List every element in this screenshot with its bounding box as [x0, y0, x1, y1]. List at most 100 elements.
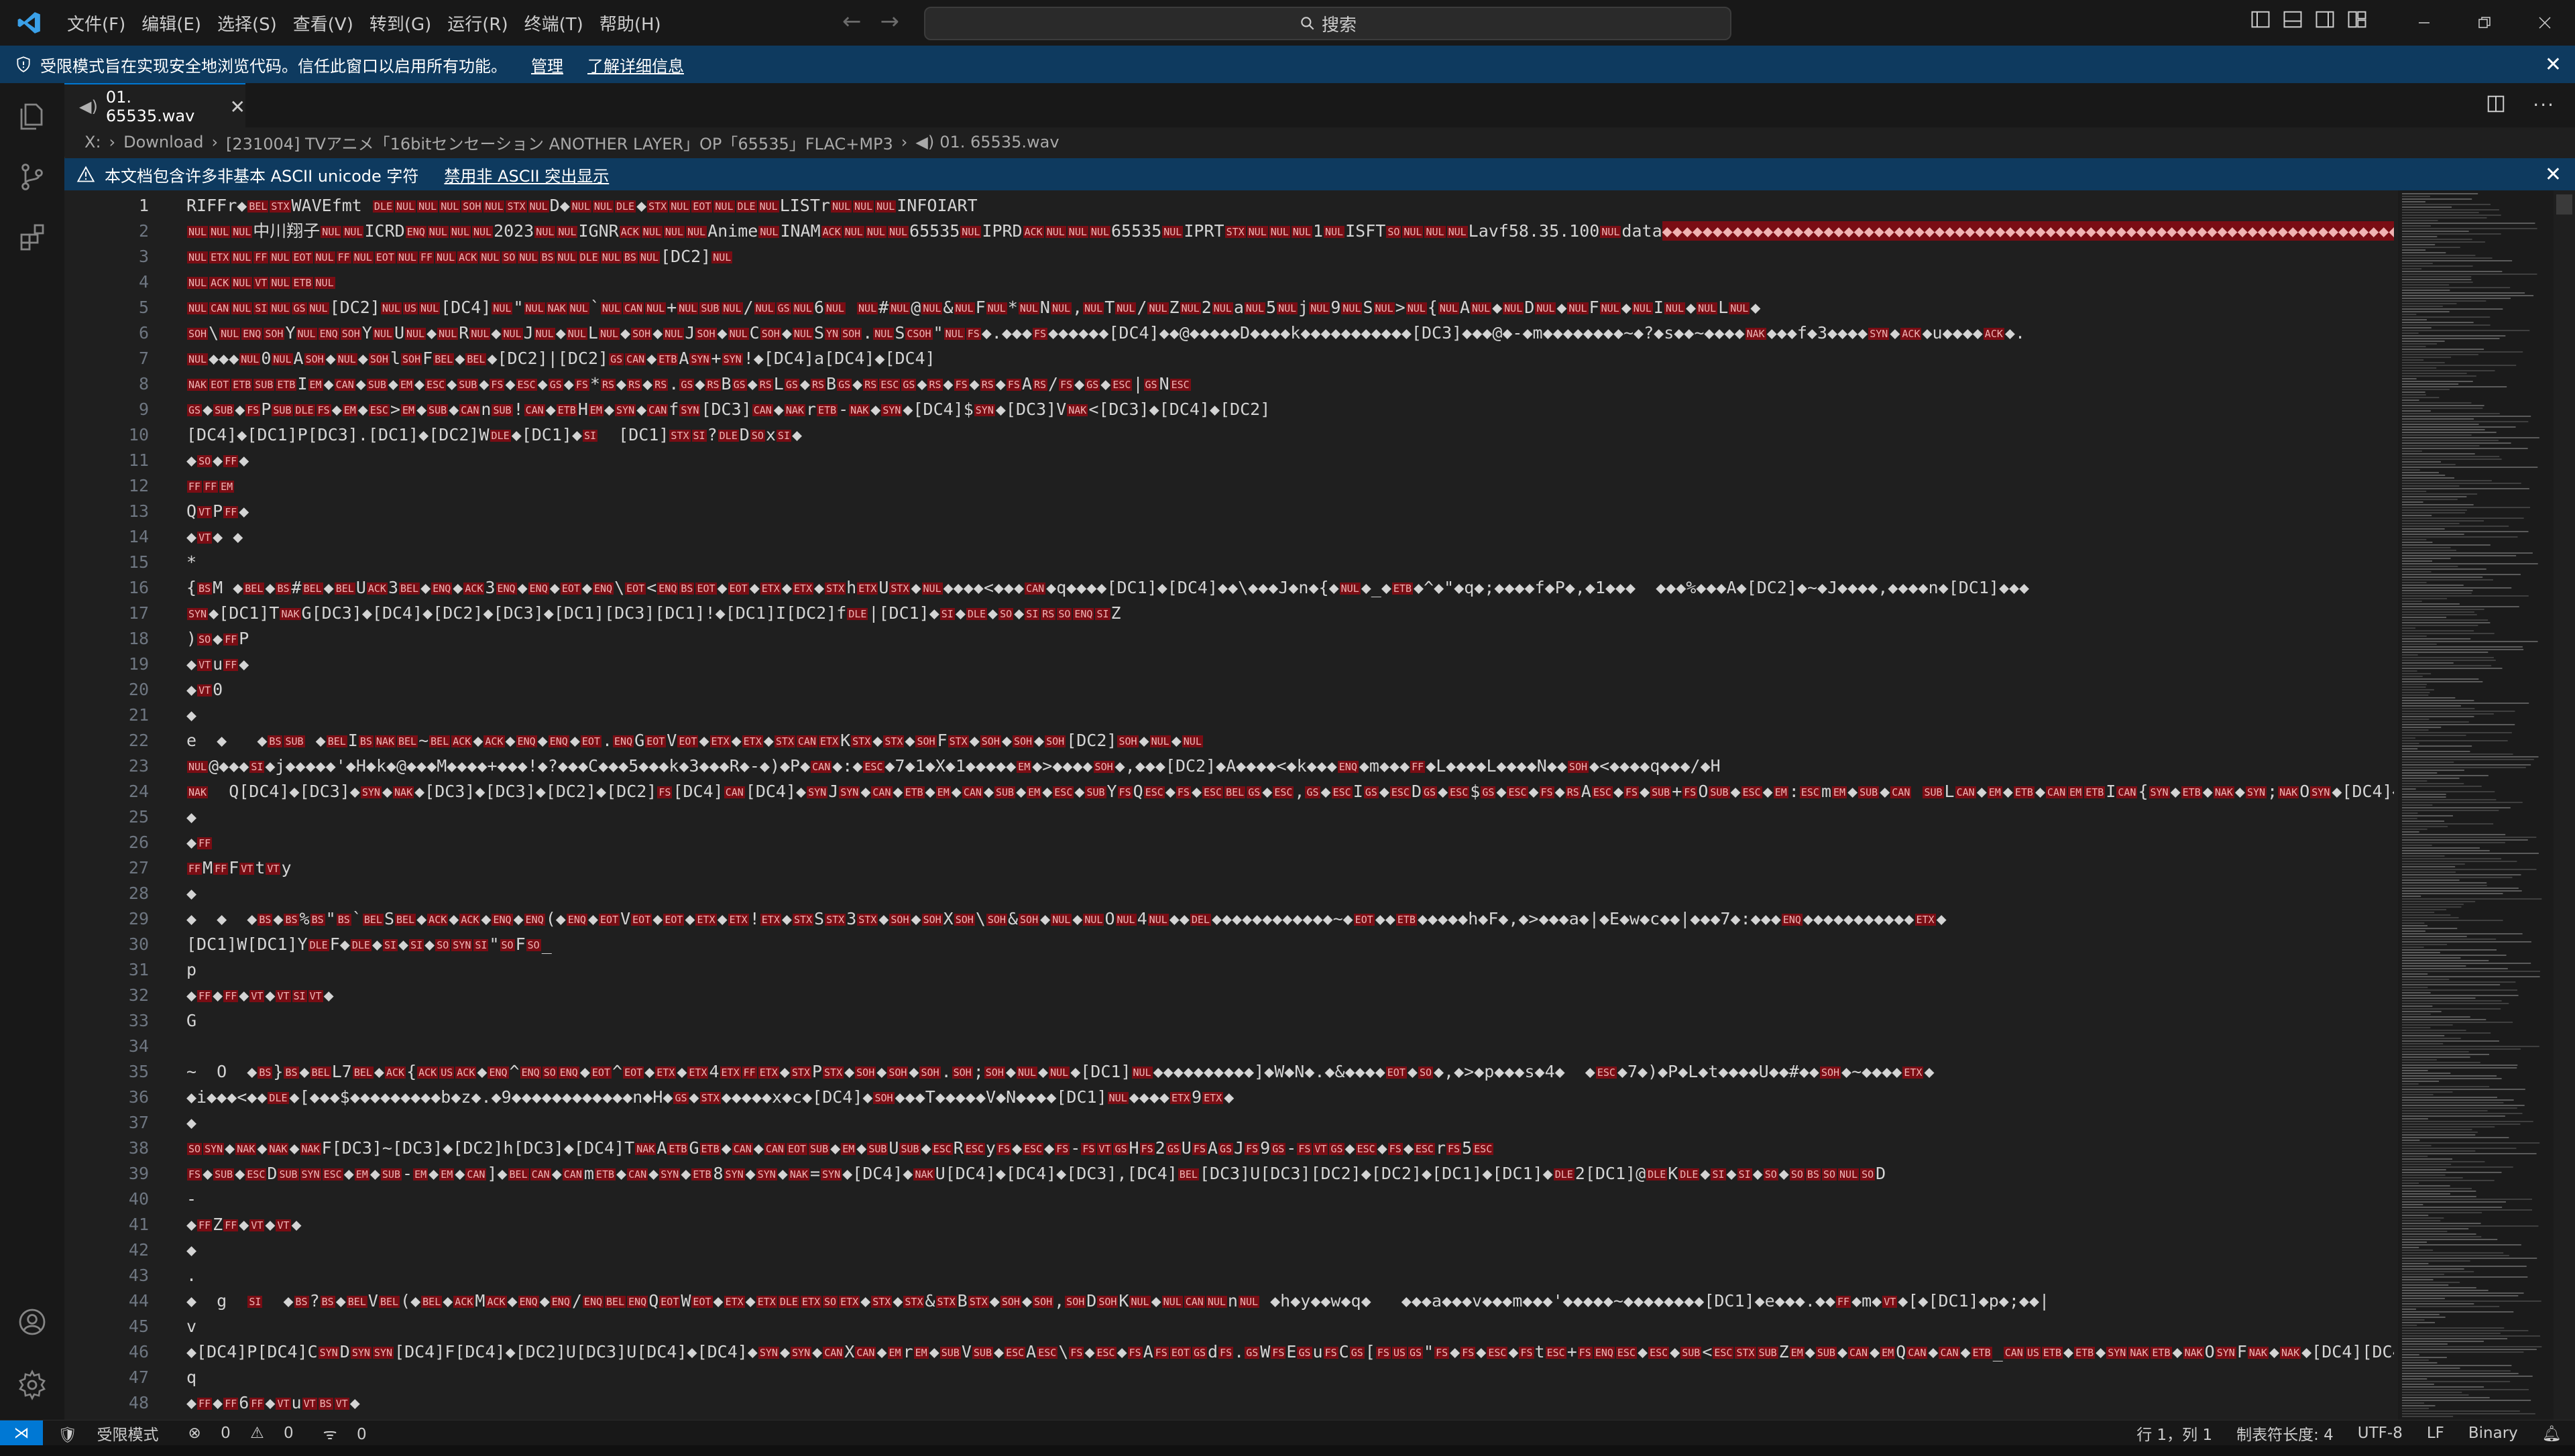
- toggle-secondary-sidebar-icon[interactable]: [2315, 9, 2335, 29]
- code-line[interactable]: ◆: [186, 703, 2394, 728]
- cursor-position[interactable]: 行 1，列 1: [2136, 1422, 2212, 1445]
- code-line[interactable]: ◆ g SI ◆ BS? BS ◆ BEL V BEL (◆ BEL ◆ ACK M ACK ◆ ENQ ◆ E…: [186, 1288, 2394, 1314]
- accounts-icon[interactable]: [12, 1302, 52, 1342]
- code-line[interactable]: ◆ SO ◆ FF ◆: [186, 448, 2394, 473]
- code-line[interactable]: SYN ◆[DC1]T NAK G[DC3]◆[DC4]◆[DC2]◆[DC3]◆[D…: [186, 601, 2394, 626]
- customize-layout-icon[interactable]: [2347, 9, 2367, 29]
- ports-status[interactable]: ᯤ 0: [308, 1422, 367, 1444]
- code-line[interactable]: .: [186, 1263, 2394, 1288]
- banner-close-icon[interactable]: ✕: [2545, 53, 2562, 76]
- menu-item[interactable]: 选择(S): [209, 11, 285, 36]
- code-line[interactable]: FS ◆ SUB ◆ ESC D SUB SYN ESC ◆ EM ◆ SUB - EM ◆ EM ◆ CAN]◆ B…: [186, 1161, 2394, 1187]
- breadcrumb-drive[interactable]: X:: [84, 133, 101, 151]
- menu-item[interactable]: 运行(R): [439, 11, 516, 36]
- source-control-icon[interactable]: [12, 157, 52, 197]
- command-center-search[interactable]: 搜索: [924, 7, 1731, 40]
- tab-size[interactable]: 制表符长度: 4: [2236, 1422, 2334, 1445]
- notice-close-icon[interactable]: ✕: [2545, 163, 2562, 186]
- editor-area[interactable]: 1 2 3 4 5 6 7 8 9 10 11 12 13 14 15 16 17 18 19 20 21 22 23 24 2…: [64, 190, 2398, 1420]
- menu-item[interactable]: 文件(F): [59, 11, 133, 36]
- disable-highlight-link[interactable]: 禁用非 ASCII 突出显示: [444, 163, 609, 186]
- code-line[interactable]: ◆ FF ◆ FF ◆ VT ◆ VT SI VT ◆: [186, 983, 2394, 1008]
- minimize-button[interactable]: [2394, 0, 2454, 46]
- code-line[interactable]: FF M FF F VT t VT y: [186, 855, 2394, 881]
- code-line[interactable]: *: [186, 550, 2394, 575]
- code-line[interactable]: ~ O ◆ BS} BS ◆ BEL L7 BEL ◆ ACK{ACK US ACK ◆ ENQ ^ ENQ…: [186, 1059, 2394, 1085]
- close-window-button[interactable]: [2515, 0, 2575, 46]
- code-line[interactable]: [DC1]W[DC1]Y DLE F◆ DLE ◆ SI ◆ SI ◆ SO SYN SI " SO F SO…: [186, 932, 2394, 957]
- toggle-primary-sidebar-icon[interactable]: [2250, 9, 2271, 29]
- code-line[interactable]: NAK EOT ETB SUB ETB I EM ◆ CAN ◆ SUB ◆ EM ◆ ESC ◆ SUB ◆ FS…: [186, 371, 2394, 397]
- menu-item[interactable]: 帮助(H): [591, 11, 669, 36]
- code-line[interactable]: SO SYN ◆ NAK ◆ NAK ◆ NAK F[DC3]~[DC3]◆[DC2]h[DC3…: [186, 1136, 2394, 1161]
- tab-close-icon[interactable]: ✕: [230, 96, 245, 118]
- scrollbar-thumb[interactable]: [2556, 194, 2572, 215]
- explorer-icon[interactable]: [12, 97, 52, 137]
- code-line[interactable]: NUL NUL NUL 中川翔子 NUL NUL ICRD ENQ NUL NUL NUL 2023 N…: [186, 219, 2394, 244]
- code-line[interactable]: ◆ VT u FF ◆: [186, 652, 2394, 677]
- code-line[interactable]: NUL ◆◆◆ NUL 0 NUL A SOH ◆ NUL ◆ SOH l SOH F BEL ◆ BEL ◆[D…: [186, 346, 2394, 371]
- code-line[interactable]: ◆ VT 0: [186, 677, 2394, 703]
- remote-indicator-icon[interactable]: ⋊: [0, 1420, 43, 1446]
- menu-item[interactable]: 终端(T): [516, 11, 591, 36]
- learn-more-link[interactable]: 了解详细信息: [587, 53, 684, 76]
- language-mode[interactable]: Binary: [2468, 1424, 2518, 1442]
- problems-status[interactable]: ⊗ 0 ⚠ 0: [174, 1424, 294, 1442]
- restore-button[interactable]: [2454, 0, 2515, 46]
- code-line[interactable]: ◆ FF Z FF ◆ VT ◆ VT ◆: [186, 1212, 2394, 1237]
- code-line[interactable]: [DC4]◆[DC1]P[DC3].[DC1]◆[DC2]W DLE ◆[DC1]◆…: [186, 422, 2394, 448]
- extensions-icon[interactable]: [12, 217, 52, 257]
- more-actions-icon[interactable]: ···: [2533, 94, 2555, 116]
- code-line[interactable]: p: [186, 957, 2394, 983]
- code-line[interactable]: NUL ACK NUL VT NUL ETB NUL: [186, 269, 2394, 295]
- code-line[interactable]: ◆i◆◆◆<◆◆ DLE ◆[◆◆◆$◆◆◆◆◆◆◆◆◆b◆z◆.◆9◆◆◆◆◆◆◆…: [186, 1085, 2394, 1110]
- breadcrumb-file[interactable]: 01. 65535.wav: [939, 133, 1059, 151]
- code-line[interactable]: -: [186, 1187, 2394, 1212]
- code-line[interactable]: GS ◆ SUB ◆ FS P SUB DLE FS ◆ EM ◆ ESC > EM ◆ SUB ◆ CAN n SUB…: [186, 397, 2394, 422]
- code-line[interactable]: ◆ ◆ ◆ BS ◆ BS% BS " BS ` BEL S BEL ◆ ACK ◆ ACK ◆ ENQ ◆ ENQ…: [186, 906, 2394, 932]
- tab-wav-file[interactable]: ◀) 01. 65535.wav ✕: [64, 83, 245, 129]
- menu-item[interactable]: 查看(V): [285, 11, 361, 36]
- code-line[interactable]: ) SO ◆ FF P: [186, 626, 2394, 652]
- vertical-scrollbar[interactable]: [2554, 190, 2575, 1420]
- breadcrumb-folder[interactable]: Download: [123, 133, 203, 151]
- code-line[interactable]: ◆[DC4]P[DC4]C SYN D SYN SYN [DC4]F[DC4]◆[DC2]…: [186, 1339, 2394, 1365]
- line-number: 17: [128, 603, 149, 623]
- code-line[interactable]: [186, 1034, 2394, 1059]
- code-lines[interactable]: RIFFr◆ BEL STX WAVEfmt DLE NUL NUL NUL SOH NUL ST…: [186, 193, 2394, 1416]
- encoding[interactable]: UTF-8: [2358, 1424, 2403, 1442]
- notifications-bell-icon[interactable]: 🔔︎: [2542, 1424, 2562, 1443]
- restricted-mode-status[interactable]: 🛡︎ 受限模式: [58, 1422, 159, 1445]
- settings-gear-icon[interactable]: [12, 1365, 52, 1405]
- breadcrumb-subfolder[interactable]: [231004] TVアニメ「16bitセンセーション ANOTHER LAYE…: [226, 131, 893, 154]
- code-line[interactable]: FF FF EM: [186, 473, 2394, 499]
- code-line[interactable]: NUL CAN NUL SI NUL GS NUL [DC2] NUL US NUL [DC4] NUL…: [186, 295, 2394, 320]
- menu-item[interactable]: 编辑(E): [133, 11, 209, 36]
- code-line[interactable]: q: [186, 1365, 2394, 1390]
- split-editor-icon[interactable]: [2486, 94, 2506, 114]
- code-line[interactable]: ◆: [186, 1237, 2394, 1263]
- code-line[interactable]: ◆ FF: [186, 830, 2394, 855]
- code-line[interactable]: Q VT P FF ◆: [186, 499, 2394, 524]
- code-line[interactable]: ◆ VT ◆ ◆: [186, 524, 2394, 550]
- back-arrow-icon[interactable]: ←: [842, 8, 862, 35]
- manage-link[interactable]: 管理: [531, 53, 563, 76]
- code-line[interactable]: v: [186, 1314, 2394, 1339]
- code-line[interactable]: NUL ETX NUL FF NUL EOT NUL FF NUL EOT NUL FF NUL ACK N…: [186, 244, 2394, 269]
- code-line[interactable]: {BS M ◆ BEL ◆ BS # BEL ◆ BEL U ACK 3 BEL ◆ ENQ ◆ ACK 3 ENQ…: [186, 575, 2394, 601]
- code-line[interactable]: G: [186, 1008, 2394, 1034]
- toggle-panel-icon[interactable]: [2283, 9, 2303, 29]
- end-of-line[interactable]: LF: [2427, 1424, 2444, 1442]
- code-line[interactable]: ◆ FF ◆ FF 6 FF ◆ VT u VT BS VT ◆: [186, 1390, 2394, 1416]
- forward-arrow-icon[interactable]: →: [880, 8, 900, 35]
- code-line[interactable]: e ◆ ◆ BS SUB ◆ BEL I BS NAK BEL ~ BEL ACK ◆ ACK ◆ ENQ ◆…: [186, 728, 2394, 753]
- code-line[interactable]: RIFFr◆ BEL STX WAVEfmt DLE NUL NUL NUL SOH NUL ST…: [186, 193, 2394, 219]
- code-line[interactable]: ◆: [186, 881, 2394, 906]
- menu-item[interactable]: 转到(G): [361, 11, 439, 36]
- code-line[interactable]: ◆: [186, 1110, 2394, 1136]
- code-line[interactable]: ◆: [186, 804, 2394, 830]
- code-line[interactable]: SOH \ NUL ENQ SOH Y NUL ENQ SOH Y NUL U NUL ◆ NUL R NUL ◆…: [186, 320, 2394, 346]
- code-line[interactable]: NAK Q[DC4]◆[DC3]◆ SYN ◆ NAK ◆[DC3]◆[DC3]◆[DC…: [186, 779, 2394, 804]
- minimap[interactable]: [2398, 190, 2554, 1420]
- code-line[interactable]: NUL @◆◆◆ SI ◆j◆◆◆◆◆'◆H◆k◆@◆◆◆M◆◆◆◆+◆◆◆!◆?◆◆…: [186, 753, 2394, 779]
